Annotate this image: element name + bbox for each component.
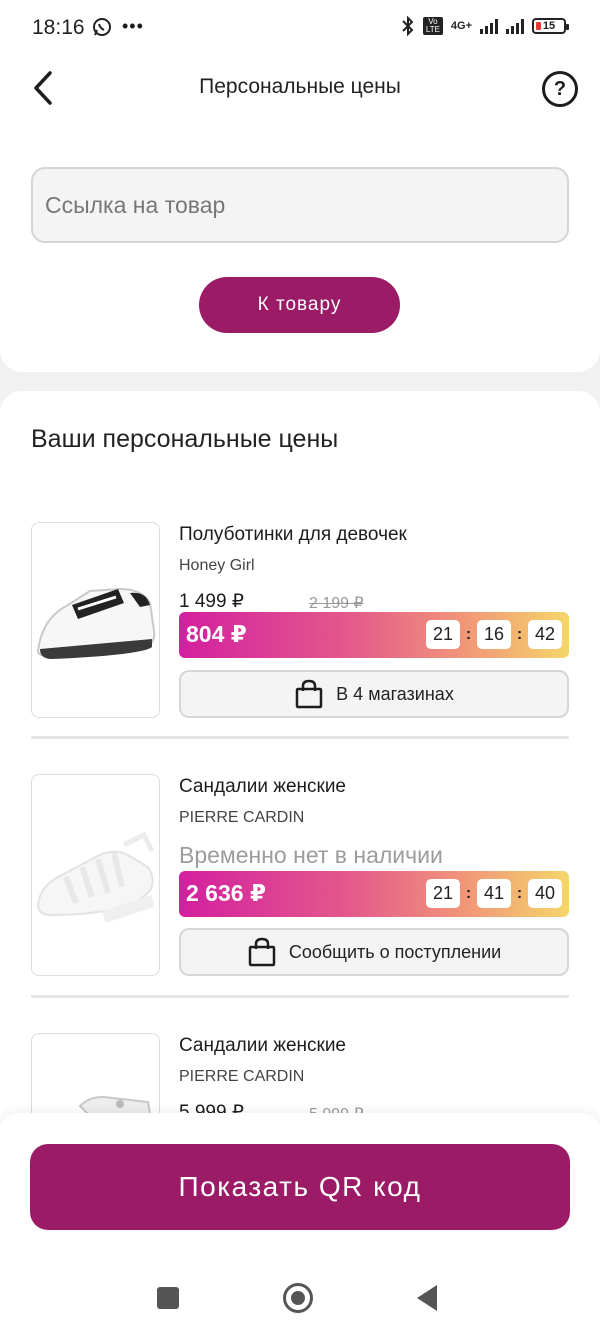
help-button[interactable]: ? bbox=[542, 71, 578, 107]
timer-separator: : bbox=[516, 884, 523, 902]
personal-prices-list: Ваши персональные цены Полуботинки для д… bbox=[0, 391, 600, 1151]
status-time: 18:16 bbox=[32, 16, 85, 39]
home-icon[interactable] bbox=[283, 1283, 313, 1313]
timer-separator: : bbox=[465, 884, 472, 902]
timer-seconds: 40 bbox=[528, 879, 562, 908]
timer-minutes: 41 bbox=[477, 879, 511, 908]
divider bbox=[31, 736, 569, 739]
status-bar: 18:16 ••• Vo LTE 4G+ 15 bbox=[0, 0, 600, 58]
product-name: Сандалии женские bbox=[179, 776, 347, 797]
countdown-timer: 21 : 16 : 42 bbox=[426, 620, 562, 649]
product-image[interactable] bbox=[31, 774, 160, 976]
availability-status: Временно нет в наличии bbox=[179, 842, 443, 868]
in-stores-button[interactable]: В 4 магазинах bbox=[179, 670, 569, 718]
network-type: 4G+ bbox=[450, 20, 472, 32]
timer-hours: 21 bbox=[426, 879, 460, 908]
divider bbox=[31, 995, 569, 998]
product-brand: PIERRE CARDIN bbox=[179, 809, 305, 826]
notify-arrival-label: Сообщить о поступлении bbox=[288, 941, 502, 962]
timer-seconds: 42 bbox=[528, 620, 562, 649]
section-title: Ваши персональные цены bbox=[31, 425, 339, 453]
product-name: Сандалии женские bbox=[179, 1035, 347, 1056]
notify-arrival-button[interactable]: Сообщить о поступлении bbox=[179, 928, 569, 976]
timer-separator: : bbox=[465, 625, 472, 643]
in-stores-label: В 4 магазинах bbox=[336, 683, 454, 704]
product-brand: PIERRE CARDIN bbox=[179, 1068, 305, 1085]
sandal-image bbox=[36, 831, 155, 923]
page-title: Персональные цены bbox=[199, 75, 401, 98]
personal-price: 2 636 ₽ bbox=[186, 880, 266, 906]
product-name: Полуботинки для девочек bbox=[179, 524, 407, 545]
personal-price-bar: 2 636 ₽ 21 : 41 : 40 bbox=[179, 871, 569, 917]
whatsapp-icon bbox=[93, 17, 111, 36]
timer-hours: 21 bbox=[426, 620, 460, 649]
product-link-placeholder: Ссылка на товар bbox=[45, 191, 226, 218]
countdown-timer: 21 : 41 : 40 bbox=[426, 879, 562, 908]
battery-icon: 15 bbox=[532, 18, 569, 34]
bluetooth-icon bbox=[402, 16, 414, 36]
product-old-price: 2 199 ₽ bbox=[309, 595, 364, 612]
product-link-input[interactable]: Ссылка на товар bbox=[31, 167, 569, 243]
go-to-product-button[interactable]: К товару bbox=[199, 277, 400, 333]
timer-separator: : bbox=[516, 625, 523, 643]
product-image[interactable] bbox=[31, 522, 160, 718]
recent-apps-icon[interactable] bbox=[157, 1287, 179, 1309]
show-qr-code-button[interactable]: Показать QR код bbox=[30, 1144, 570, 1230]
personal-price-bar: 804 ₽ 21 : 16 : 42 bbox=[179, 612, 569, 658]
shoe-image bbox=[36, 587, 156, 659]
shopping-bag-icon bbox=[295, 679, 323, 709]
product-price: 1 499 ₽ bbox=[179, 591, 244, 612]
shopping-bag-icon bbox=[248, 937, 276, 967]
back-nav-icon[interactable] bbox=[417, 1285, 437, 1311]
more-notifications-icon: ••• bbox=[122, 16, 144, 36]
bottom-panel: Показать QR код bbox=[0, 1113, 600, 1332]
question-icon: ? bbox=[553, 77, 567, 100]
timer-minutes: 16 bbox=[477, 620, 511, 649]
product-brand: Honey Girl bbox=[179, 557, 255, 574]
personal-price: 804 ₽ bbox=[186, 621, 247, 647]
signal-icon bbox=[480, 18, 498, 34]
volte-icon: Vo LTE bbox=[422, 17, 443, 35]
signal-icon-2 bbox=[506, 18, 524, 34]
